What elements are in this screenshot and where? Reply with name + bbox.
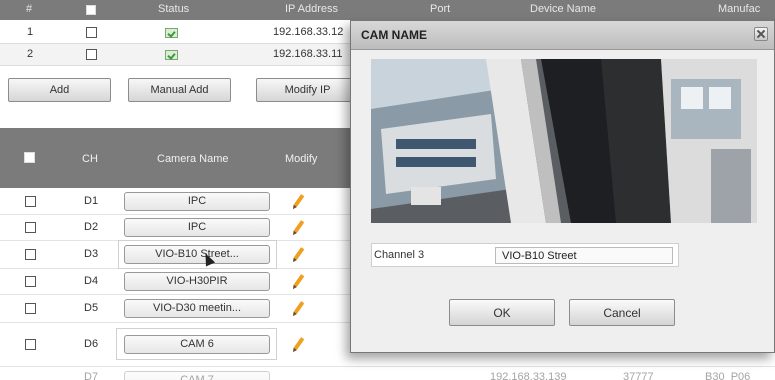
col-status: Status — [158, 3, 190, 15]
edit-pencil-icon[interactable] — [293, 274, 305, 287]
edit-pencil-icon[interactable] — [293, 337, 305, 350]
channel-id: D5 — [84, 302, 99, 314]
channel-checkbox[interactable] — [25, 339, 36, 350]
select-all-checkbox[interactable] — [86, 5, 96, 15]
camera-preview-image — [371, 59, 757, 223]
edit-pencil-icon[interactable] — [293, 220, 305, 233]
partial-row-model: B30_P06 — [705, 371, 751, 380]
camera-name-cell[interactable]: IPC — [124, 218, 270, 237]
col-manufacturer: Manufac — [718, 3, 761, 15]
cam-name-dialog: CAM NAME Channel 3 OK Cancel — [350, 20, 775, 353]
partial-row-port: 37777 — [623, 371, 654, 380]
camera-preview-scene — [371, 59, 757, 223]
table-row[interactable]: D7 CAM 7 192.168.33.139 37777 B30_P06 — [0, 367, 775, 380]
device-row-checkbox[interactable] — [86, 27, 97, 38]
device-table-header: # Status IP Address Port Device Name Man… — [0, 0, 775, 20]
channel-checkbox[interactable] — [25, 303, 36, 314]
status-ok-icon — [165, 28, 178, 38]
col-ip-address: IP Address — [285, 3, 338, 15]
edit-pencil-icon[interactable] — [293, 194, 305, 207]
channel-id: D3 — [84, 248, 99, 260]
dialog-title-bar[interactable]: CAM NAME — [351, 21, 774, 50]
device-row-ip: 192.168.33.12 — [273, 26, 344, 38]
col-port: Port — [430, 3, 451, 15]
device-row-number: 2 — [27, 48, 34, 60]
select-all-channels-checkbox[interactable] — [24, 152, 35, 163]
channel-name-field-row: Channel 3 — [371, 243, 679, 267]
channel-id: D6 — [84, 338, 99, 350]
edit-pencil-icon[interactable] — [293, 301, 305, 314]
channel-id: D1 — [84, 195, 99, 207]
channel-id: D2 — [84, 221, 99, 233]
status-ok-icon — [165, 50, 178, 60]
channel-label: Channel 3 — [374, 249, 425, 261]
camera-name-cell[interactable]: CAM 6 — [124, 335, 270, 354]
col-ch: CH — [82, 153, 98, 165]
manual-add-button[interactable]: Manual Add — [128, 78, 231, 102]
device-row-checkbox[interactable] — [86, 49, 97, 60]
channel-id: D7 — [84, 371, 99, 380]
camera-name-cell[interactable]: VIO-B10 Street... — [124, 245, 270, 264]
device-row-number: 1 — [27, 26, 34, 38]
channel-checkbox[interactable] — [25, 276, 36, 287]
add-button[interactable]: Add — [8, 78, 111, 102]
channel-checkbox[interactable] — [25, 249, 36, 260]
col-camera-name: Camera Name — [157, 153, 229, 165]
cancel-button[interactable]: Cancel — [569, 299, 675, 326]
modify-ip-button[interactable]: Modify IP — [256, 78, 359, 102]
col-number: # — [26, 3, 33, 15]
channel-id: D4 — [84, 275, 99, 287]
camera-name-input[interactable] — [495, 247, 673, 264]
channel-checkbox[interactable] — [25, 196, 36, 207]
close-icon[interactable] — [754, 27, 768, 41]
camera-name-cell[interactable]: VIO-H30PIR — [124, 272, 270, 291]
channel-checkbox[interactable] — [25, 222, 36, 233]
col-device-name: Device Name — [530, 3, 597, 15]
col-modify: Modify — [285, 153, 318, 165]
partial-row-ip: 192.168.33.139 — [490, 371, 567, 380]
ok-button[interactable]: OK — [449, 299, 555, 326]
camera-name-cell[interactable]: IPC — [124, 192, 270, 211]
edit-pencil-icon[interactable] — [293, 247, 305, 260]
camera-name-cell[interactable]: VIO-D30 meetin... — [124, 299, 270, 318]
camera-name-cell[interactable]: CAM 7 — [124, 371, 270, 380]
device-row-ip: 192.168.33.11 — [273, 48, 343, 60]
dialog-title: CAM NAME — [361, 28, 427, 42]
